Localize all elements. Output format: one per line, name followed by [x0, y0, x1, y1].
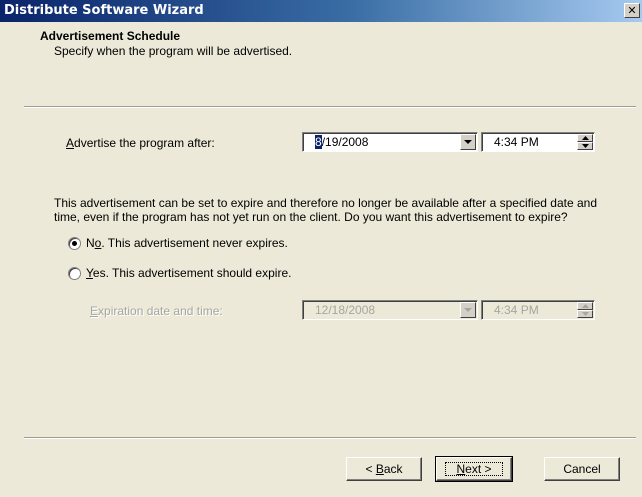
- advertise-date-value: 8/19/2008: [315, 135, 369, 149]
- page-subtitle: Specify when the program will be adverti…: [54, 44, 293, 58]
- page-title: Advertisement Schedule: [40, 29, 181, 43]
- cancel-button[interactable]: Cancel: [544, 457, 620, 481]
- next-button[interactable]: Next >: [435, 456, 513, 482]
- arrow-down-icon: [582, 144, 589, 148]
- expiration-dropdown-button[interactable]: [460, 302, 476, 318]
- should-expire-label[interactable]: Yes. This advertisement should expire.: [86, 266, 291, 280]
- header-divider: [24, 106, 636, 108]
- arrow-down-icon: [582, 312, 589, 316]
- title-bar[interactable]: Distribute Software Wizard ✕: [0, 0, 642, 22]
- advertise-time-value: 4:34 PM: [494, 135, 539, 149]
- close-button[interactable]: ✕: [624, 3, 640, 18]
- expiration-date-value: 12/18/2008: [315, 303, 376, 317]
- footer-divider: [24, 437, 636, 439]
- wizard-window: Distribute Software Wizard ✕ Advertiseme…: [0, 0, 642, 497]
- spin-down-button[interactable]: [577, 142, 593, 150]
- advertise-time-picker[interactable]: 4:34 PM: [481, 132, 595, 152]
- advertise-date-picker[interactable]: 8/19/2008: [302, 132, 478, 152]
- arrow-up-icon: [582, 304, 589, 308]
- arrow-up-icon: [582, 136, 589, 140]
- radio-should-expire[interactable]: [68, 267, 81, 280]
- radio-selected-dot: [72, 241, 77, 246]
- advertise-after-label: Advertise the program after:: [66, 136, 215, 150]
- expiration-date-picker[interactable]: 12/18/2008: [302, 300, 478, 320]
- expiration-time-picker[interactable]: 4:34 PM: [481, 300, 595, 320]
- window-title: Distribute Software Wizard: [4, 3, 204, 18]
- expiration-date-label: Expiration date and time:: [90, 304, 223, 318]
- focus-rectangle: [445, 462, 503, 476]
- chevron-down-icon: [464, 308, 472, 312]
- expiration-time-spinner[interactable]: [577, 302, 593, 318]
- chevron-down-icon: [464, 140, 472, 144]
- spin-up-button[interactable]: [577, 134, 593, 142]
- never-expires-label[interactable]: No. This advertisement never expires.: [86, 236, 288, 250]
- close-icon: ✕: [627, 5, 637, 17]
- spin-down-button[interactable]: [577, 310, 593, 318]
- time-spinner[interactable]: [577, 134, 593, 150]
- date-dropdown-button[interactable]: [460, 134, 476, 150]
- expiration-description: This advertisement can be set to expire …: [54, 196, 598, 224]
- radio-never-expires[interactable]: [68, 237, 81, 250]
- expiration-time-value: 4:34 PM: [494, 303, 539, 317]
- back-button[interactable]: < Back: [346, 457, 422, 481]
- spin-up-button[interactable]: [577, 302, 593, 310]
